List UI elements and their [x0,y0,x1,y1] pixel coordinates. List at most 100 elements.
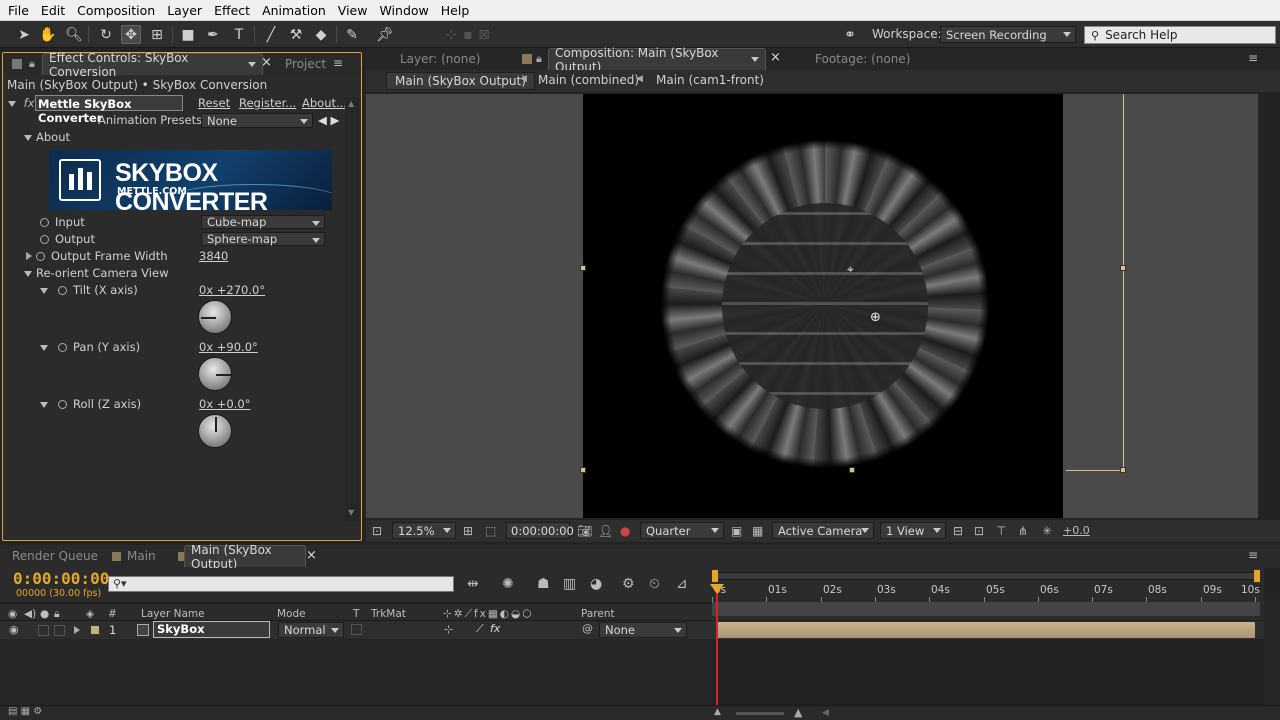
workspace-dropdown[interactable]: Screen Recording [940,26,1076,43]
hand-tool-icon[interactable]: ✋ [38,25,58,44]
menu-window[interactable]: Window [373,0,434,21]
input-dropdown[interactable]: Cube-map [201,215,325,229]
reset-link[interactable]: Reset [198,96,230,110]
expand-triangle-icon[interactable] [40,402,48,408]
tilt-dial[interactable] [198,300,232,334]
flowchart-icon[interactable]: ⋔ [1018,523,1028,538]
mask-visibility-icon[interactable]: ⬚ [485,523,496,538]
label-icon[interactable]: ◈ [86,608,94,620]
clone-stamp-tool-icon[interactable]: ⚒ [286,25,306,44]
timeline-search-field[interactable]: ⚲▾ [108,576,454,592]
menu-help[interactable]: Help [435,0,476,21]
navigator-start-handle[interactable] [712,570,718,582]
toggle-switches-icon[interactable]: ▤ ▦ ⚙ [8,706,42,717]
comp-mini-flowchart-icon[interactable]: ⇹ [467,576,479,592]
timeline-layer-area[interactable] [0,639,712,705]
transform-handle[interactable] [1120,265,1126,271]
about-group[interactable]: About [24,130,70,144]
roll-value[interactable]: 0x +0.0° [199,397,250,411]
tab-render-queue[interactable]: Render Queue [6,545,104,567]
expand-triangle-icon[interactable] [40,288,48,294]
time-ruler[interactable]: 0s 01s 02s 03s 04s 05s 06s 07s 08s 09s 10s [712,568,1264,620]
fast-previews-icon[interactable]: ⊡ [974,523,984,538]
expand-triangle-icon[interactable] [26,252,32,260]
effects-switch-icon[interactable]: fx [490,622,500,635]
preset-prev-next-icon[interactable]: ◀ ▶ [318,113,339,127]
close-icon[interactable]: × [306,548,317,563]
type-tool-icon[interactable]: T [229,25,249,44]
stopwatch-icon[interactable] [58,286,67,295]
transparency-grid-icon[interactable]: ▦ [752,523,763,538]
transform-handle[interactable] [1120,467,1126,473]
brainstorm-icon[interactable]: ⚙ [622,576,635,592]
table-row[interactable]: ◉ 1 SkyBox Conversion Normal ⊹ ⟋ fx @ No… [0,621,712,651]
view-axis-icon[interactable]: ⊠ [474,25,494,44]
timeline-timecode[interactable]: 0:00:00:00 [13,569,109,588]
stopwatch-icon[interactable] [58,400,67,409]
view-layout-dropdown[interactable]: 1 View [880,522,946,539]
blend-mode-dropdown[interactable]: Normal [278,622,344,638]
motion-blur-icon[interactable]: ◕ [590,576,602,592]
panel-menu-icon[interactable]: ≡ [333,56,343,70]
lock-switch[interactable] [54,625,65,636]
lock-icon[interactable]: 🔒︎ [29,57,35,71]
roll-dial[interactable] [198,414,232,448]
show-snapshot-icon[interactable]: 👤︎ [598,523,613,538]
orbit-camera-tool-icon[interactable]: ✥ [121,25,141,44]
crumb-cam1-front[interactable]: Main (cam1-front) [656,73,764,87]
tab-main[interactable]: Main [121,545,162,567]
time-navigator[interactable] [712,572,1260,580]
layer-name[interactable]: SkyBox Conversion [153,621,270,651]
menu-animation[interactable]: Animation [256,0,332,21]
time-zoom-slider[interactable] [736,712,784,715]
tab-project[interactable]: Project [279,53,332,75]
current-time-indicator[interactable] [716,584,718,705]
transform-handle[interactable] [580,467,586,473]
parent-dropdown[interactable]: None [599,622,687,638]
pan-dial[interactable] [198,357,232,391]
effect-scrollbar[interactable]: ▲ ▼ [345,97,359,522]
stopwatch-icon[interactable] [40,218,49,227]
register-link[interactable]: Register... [239,96,296,110]
exposure-reset-icon[interactable]: ✳ [1042,523,1052,538]
anchor-point-icon[interactable]: ⌖ [847,262,854,277]
switches-icons[interactable]: ⊹✲⟋fx▦◐◒⬡ [443,608,533,621]
panel-menu-icon[interactable]: ≡ [1248,51,1258,65]
visibility-eye-icon[interactable]: ◉ [9,623,19,636]
hide-shy-layers-icon[interactable]: ☗ [537,576,550,592]
region-of-interest-icon[interactable]: ▣ [731,523,742,538]
label-color-swatch[interactable] [90,625,100,635]
stopwatch-icon[interactable] [36,252,45,261]
menu-edit[interactable]: Edit [35,0,71,21]
always-preview-icon[interactable]: ⊡ [372,523,382,538]
menu-composition[interactable]: Composition [71,0,161,21]
auto-keyframe-icon[interactable]: ⏲ [649,576,660,592]
pan-behind-tool-icon[interactable]: ⊞ [147,25,167,44]
stopwatch-icon[interactable] [40,235,49,244]
draft-3d-icon[interactable]: ✺ [502,576,514,592]
tab-footage[interactable]: Footage: (none) [809,48,916,70]
snapshot-icon[interactable]: 📷︎ [577,523,592,538]
column-mode[interactable]: Mode [277,608,306,620]
about-link[interactable]: About... [302,96,347,110]
animation-presets-dropdown[interactable]: None [201,113,313,128]
brush-tool-icon[interactable]: ╱ [261,25,281,44]
timeline-icon[interactable]: ⊤ [996,523,1006,538]
lock-icon[interactable]: 🔒︎ [54,608,60,621]
chevron-down-icon[interactable] [248,62,256,67]
search-help-field[interactable]: ⚲ Search Help [1084,26,1276,44]
puppet-pin-tool-icon[interactable]: 📌︎ [375,25,395,44]
effect-name-box[interactable]: Mettle SkyBox Converter [35,95,183,125]
resolution-dropdown[interactable]: Quarter [640,522,724,539]
graph-editor-icon[interactable]: ⊿ [676,576,688,592]
solo-switch[interactable] [38,625,49,636]
playhead-icon[interactable] [710,584,724,594]
pick-whip-icon[interactable]: @ [582,622,593,635]
work-area-bar[interactable] [712,602,1260,616]
shy-switch-icon[interactable]: ⊹ [444,623,453,636]
tab-composition[interactable]: Composition: Main (SkyBox Output) [548,46,766,74]
pen-tool-icon[interactable]: ✒ [203,25,223,44]
eraser-tool-icon[interactable]: ◆ [311,25,331,44]
frame-width-value[interactable]: 3840 [199,249,228,263]
rectangle-tool-icon[interactable]: ■ [178,25,198,44]
